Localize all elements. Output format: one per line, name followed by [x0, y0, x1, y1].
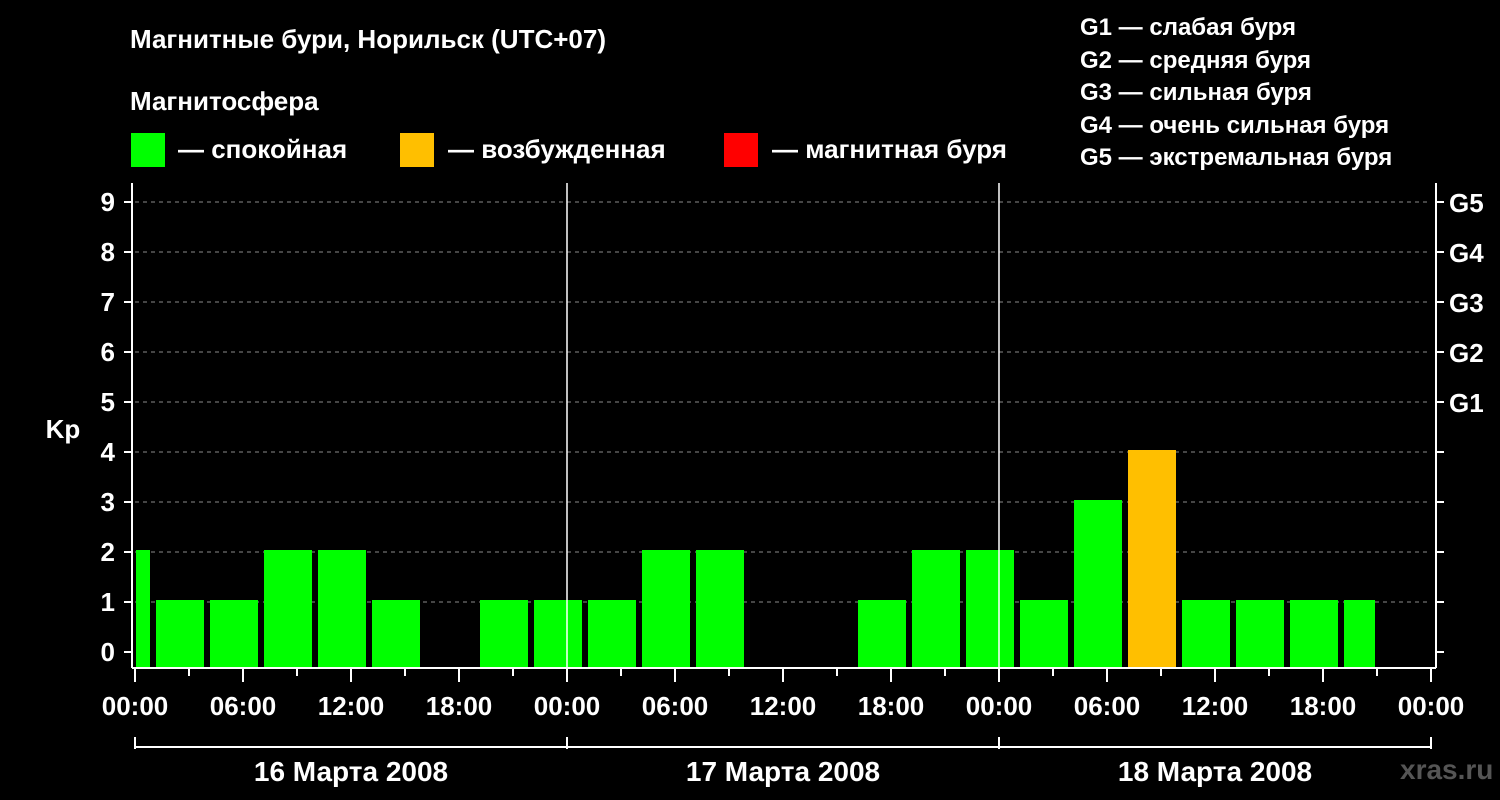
day-label: 16 Марта 2008: [254, 756, 448, 787]
x-tick-label: 00:00: [966, 691, 1033, 721]
y-tick-label: 5: [101, 387, 115, 417]
right-tick-label: G4: [1449, 238, 1484, 268]
bar-15: [912, 550, 960, 668]
bar-19: [1128, 450, 1176, 668]
x-tick-label: 06:00: [210, 691, 277, 721]
x-tick-label: 06:00: [642, 691, 709, 721]
kp-bar-chart: 0 1 2 3 4 5 6 7 8 9 G1 G2 G3 G4 G5 Kp 00:00 06:00 12:00 18:…: [46, 183, 1484, 787]
x-tick-label: 12:00: [1182, 691, 1249, 721]
bar-17: [1020, 600, 1068, 668]
x-tick-label: 06:00: [1074, 691, 1141, 721]
y-tick-label: 7: [101, 287, 115, 317]
x-tick-label: 12:00: [318, 691, 385, 721]
x-tick-label: 00:00: [1398, 691, 1465, 721]
day-label: 18 Марта 2008: [1118, 756, 1312, 787]
watermark: xras.ru: [1400, 754, 1494, 785]
y-tick-label: 0: [101, 637, 115, 667]
y-tick-label: 4: [101, 437, 116, 467]
bar-4: [318, 550, 366, 668]
bar-20: [1182, 600, 1230, 668]
x-tick-label: 00:00: [102, 691, 169, 721]
y-tick-label: 1: [101, 587, 115, 617]
bar-14: [858, 600, 906, 668]
bar-10: [642, 550, 690, 668]
x-tick-label: 18:00: [858, 691, 925, 721]
bar-2: [210, 600, 258, 668]
bar-22: [1290, 600, 1338, 668]
right-tick-label: G1: [1449, 388, 1484, 418]
bar-9: [588, 600, 636, 668]
y-tick-label: 3: [101, 487, 115, 517]
bar-11: [696, 550, 744, 668]
y-tick-label: 8: [101, 237, 115, 267]
bar-5: [372, 600, 420, 668]
bar-8: [534, 600, 582, 668]
y-axis-label: Kp: [46, 414, 81, 444]
bar-7: [480, 600, 528, 668]
y-tick-label: 2: [101, 537, 115, 567]
bar-23: [1344, 600, 1375, 668]
bar-18: [1074, 500, 1122, 668]
x-tick-label: 00:00: [534, 691, 601, 721]
right-tick-label: G2: [1449, 338, 1484, 368]
bar-16: [966, 550, 1014, 668]
x-tick-label: 12:00: [750, 691, 817, 721]
y-tick-label: 6: [101, 337, 115, 367]
bar-21: [1236, 600, 1284, 668]
bar-3: [264, 550, 312, 668]
right-tick-label: G3: [1449, 288, 1484, 318]
bar-1: [156, 600, 204, 668]
x-tick-label: 18:00: [426, 691, 493, 721]
right-tick-label: G5: [1449, 188, 1484, 218]
day-label: 17 Марта 2008: [686, 756, 880, 787]
x-tick-label: 18:00: [1290, 691, 1357, 721]
bar-0: [136, 550, 150, 668]
y-tick-label: 9: [101, 187, 115, 217]
